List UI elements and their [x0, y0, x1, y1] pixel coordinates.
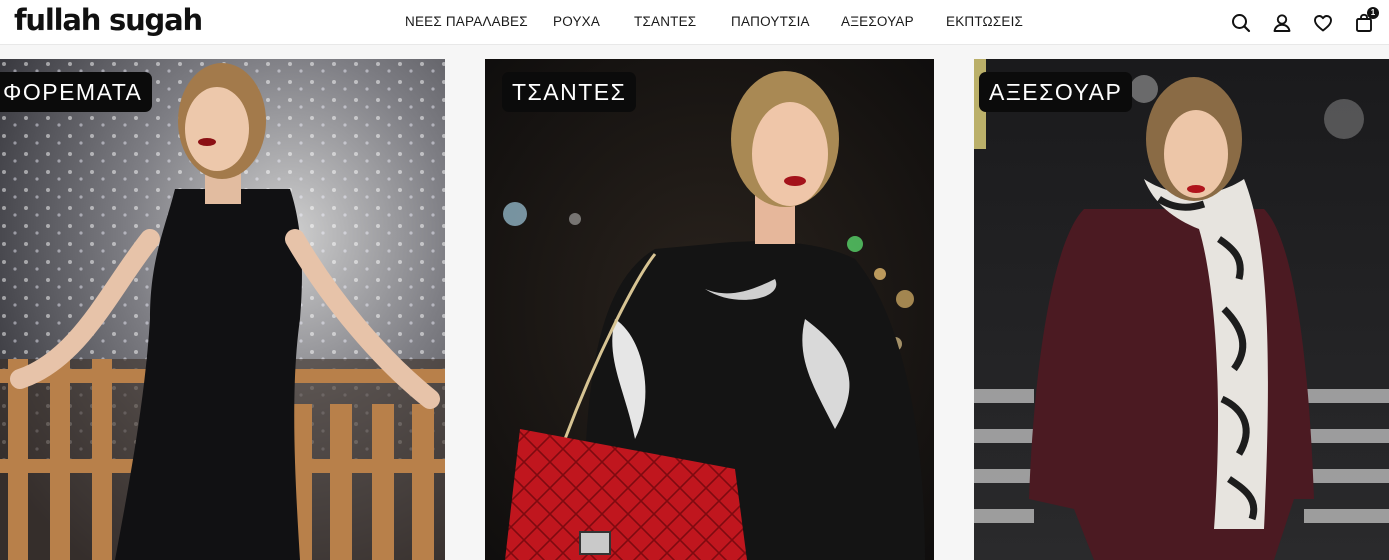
- nav-item-bags[interactable]: ΤΣΑΝΤΕΣ: [634, 14, 696, 30]
- category-label-accessories: ΑΞΕΣΟΥΑΡ: [979, 72, 1133, 112]
- category-tile-accessories[interactable]: ΑΞΕΣΟΥΑΡ: [974, 59, 1389, 560]
- site-header: fullah sugah ΝΕΕΣ ΠΑΡΑΛΑΒΕΣ ΡΟΥΧΑ ΤΣΑΝΤΕ…: [0, 0, 1389, 45]
- bag-photo: [485, 59, 934, 560]
- category-label-bags: ΤΣΑΝΤΕΣ: [502, 72, 637, 112]
- nav-item-sale[interactable]: ΕΚΠΤΩΣΕΙΣ: [946, 14, 1023, 30]
- brand-logo[interactable]: fullah sugah: [14, 0, 203, 40]
- category-label-dresses: ΦΟΡΕΜΑΤΑ: [0, 72, 153, 112]
- cart-count-badge: 1: [1367, 7, 1379, 19]
- dress-photo: [0, 59, 445, 560]
- shopping-bag-icon[interactable]: 1: [1353, 7, 1379, 34]
- nav-item-clothing[interactable]: ΡΟΥΧΑ: [553, 14, 600, 30]
- nav-item-accessories[interactable]: ΑΞΕΣΟΥΑΡ: [841, 14, 914, 30]
- nav-item-new-arrivals[interactable]: ΝΕΕΣ ΠΑΡΑΛΑΒΕΣ: [405, 14, 528, 30]
- category-tile-bags[interactable]: ΤΣΑΝΤΕΣ: [485, 59, 934, 560]
- heart-icon[interactable]: [1312, 12, 1334, 34]
- nav-item-shoes[interactable]: ΠΑΠΟΥΤΣΙΑ: [731, 14, 810, 30]
- user-icon[interactable]: [1271, 12, 1293, 34]
- category-tile-dresses[interactable]: ΦΟΡΕΜΑΤΑ: [0, 59, 445, 560]
- scarf-photo: [974, 59, 1389, 560]
- search-icon[interactable]: [1230, 12, 1252, 34]
